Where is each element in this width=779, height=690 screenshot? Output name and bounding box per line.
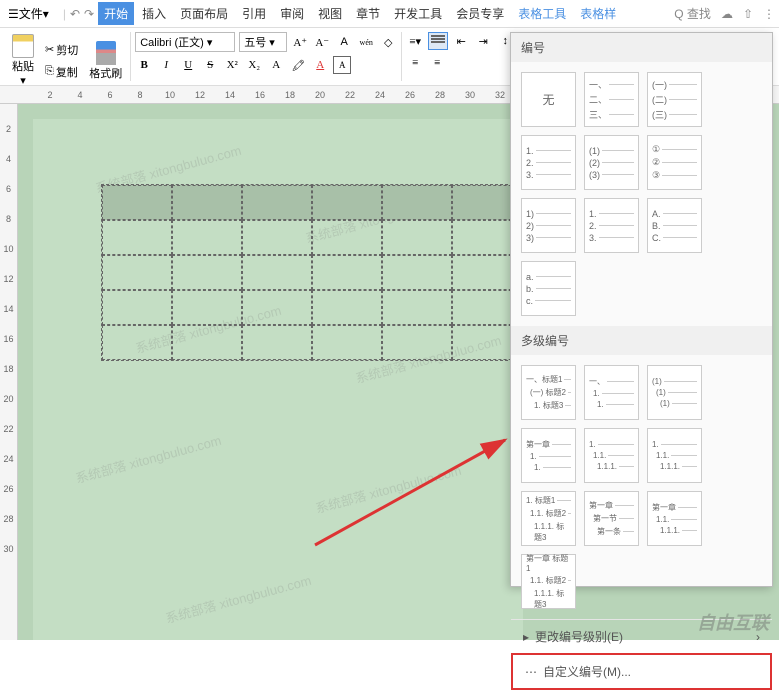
ml-opt-c[interactable]: (1)(1)(1)	[647, 365, 702, 420]
tab-layout[interactable]: 页面布局	[174, 2, 234, 25]
copy-button[interactable]: ⎘ 复制	[42, 62, 81, 82]
document-table[interactable]	[101, 184, 523, 361]
numbering-upper[interactable]: A.B.C.	[647, 198, 702, 253]
tab-tabletools[interactable]: 表格工具	[512, 2, 572, 25]
numbering-none[interactable]: 无	[521, 72, 576, 127]
ml-opt-h[interactable]: 第一章第一节第一条	[584, 491, 639, 546]
numbering-circle[interactable]: ①②③	[647, 135, 702, 190]
tab-ref[interactable]: 引用	[236, 2, 272, 25]
numbering-button[interactable]	[428, 32, 448, 50]
ml-opt-e[interactable]: 1.1.1.1.1.1.	[584, 428, 639, 483]
file-menu[interactable]: ☰ 文件 ▾	[4, 3, 53, 24]
tab-insert[interactable]: 插入	[136, 2, 172, 25]
bullets-button[interactable]: ≡▾	[406, 32, 424, 50]
share-icon[interactable]: ⇧	[743, 7, 753, 21]
indent-left-button[interactable]: ⇤	[452, 32, 470, 50]
corner-watermark: 自由互联	[697, 609, 769, 635]
ruler-vertical: 24681012141618202224262830	[0, 104, 18, 640]
indent-right-button[interactable]: ⇥	[474, 32, 492, 50]
phonetic-button[interactable]: wén	[357, 33, 375, 51]
numbering-num-paren[interactable]: 1)2)3)	[521, 198, 576, 253]
font-effect-button[interactable]: A	[335, 33, 353, 51]
back-icon[interactable]: ↶	[70, 7, 80, 21]
clear-format-button[interactable]: ◇	[379, 33, 397, 51]
ml-opt-a[interactable]: 一、标题1(一) 标题21. 标题3	[521, 365, 576, 420]
tab-view[interactable]: 视图	[312, 2, 348, 25]
tab-start[interactable]: 开始	[98, 2, 134, 25]
cloud-icon[interactable]: ☁	[721, 7, 733, 21]
fontsize-select[interactable]: 五号 ▾	[239, 32, 287, 52]
char-border-button[interactable]: A	[333, 56, 351, 74]
formatbrush-button[interactable]: 格式刷	[85, 39, 126, 83]
custom-numbering-item[interactable]: ⋯ 自定义编号(M)...	[511, 653, 772, 690]
ml-opt-g[interactable]: 1. 标题11.1. 标题21.1.1. 标题3	[521, 491, 576, 546]
paste-button[interactable]: 粘贴▾	[8, 32, 38, 89]
forward-icon[interactable]: ↷	[84, 7, 94, 21]
subscript-button[interactable]: X₂	[245, 56, 263, 74]
font-color-button[interactable]: A	[311, 56, 329, 74]
numbering-cn[interactable]: 一、二、三、	[584, 72, 639, 127]
ml-opt-b[interactable]: 一、1.1.	[584, 365, 639, 420]
page: 系统部落 xitongbuluo.com 系统部落 xitongbuluo.co…	[33, 119, 523, 640]
numbering-num-dot2[interactable]: 1.2.3.	[584, 198, 639, 253]
superscript-button[interactable]: X²	[223, 56, 241, 74]
ml-opt-d[interactable]: 第一章1.1.	[521, 428, 576, 483]
tab-review[interactable]: 审阅	[274, 2, 310, 25]
strike-button[interactable]: S	[201, 56, 219, 74]
italic-button[interactable]: I	[157, 56, 175, 74]
font-select[interactable]: Calibri (正文) ▾	[135, 32, 235, 52]
numbering-paren-cn[interactable]: (一)(二)(三)	[647, 72, 702, 127]
highlight-button[interactable]: 🖍	[289, 56, 307, 74]
font-grow-button[interactable]: A⁺	[291, 33, 309, 51]
font-shrink-button[interactable]: A⁻	[313, 33, 331, 51]
section-numbering: 编号	[511, 33, 772, 62]
cut-button[interactable]: ✂ 剪切	[42, 40, 81, 60]
tab-tablestyle[interactable]: 表格样	[574, 2, 622, 25]
search-button[interactable]: Q 查找	[674, 5, 711, 22]
change-case-button[interactable]: A	[267, 56, 285, 74]
ml-opt-j[interactable]: 第一章 标题11.1. 标题21.1.1. 标题3	[521, 554, 576, 609]
align-left-button[interactable]: ≡	[406, 54, 424, 72]
numbering-paren-num[interactable]: (1)(2)(3)	[584, 135, 639, 190]
underline-button[interactable]: U	[179, 56, 197, 74]
ml-opt-i[interactable]: 第一章1.1.1.1.1.	[647, 491, 702, 546]
numbering-dropdown: 编号 无 一、二、三、 (一)(二)(三) 1.2.3. (1)(2)(3) ①…	[510, 32, 773, 587]
section-multilevel: 多级编号	[511, 326, 772, 355]
numbering-lower[interactable]: a.b.c.	[521, 261, 576, 316]
tab-chapter[interactable]: 章节	[350, 2, 386, 25]
tab-dev[interactable]: 开发工具	[388, 2, 448, 25]
align-center-button[interactable]: ≡	[428, 54, 446, 72]
numbering-num-dot[interactable]: 1.2.3.	[521, 135, 576, 190]
tab-vip[interactable]: 会员专享	[450, 2, 510, 25]
bold-button[interactable]: B	[135, 56, 153, 74]
ml-opt-f[interactable]: 1.1.1.1.1.1.	[647, 428, 702, 483]
